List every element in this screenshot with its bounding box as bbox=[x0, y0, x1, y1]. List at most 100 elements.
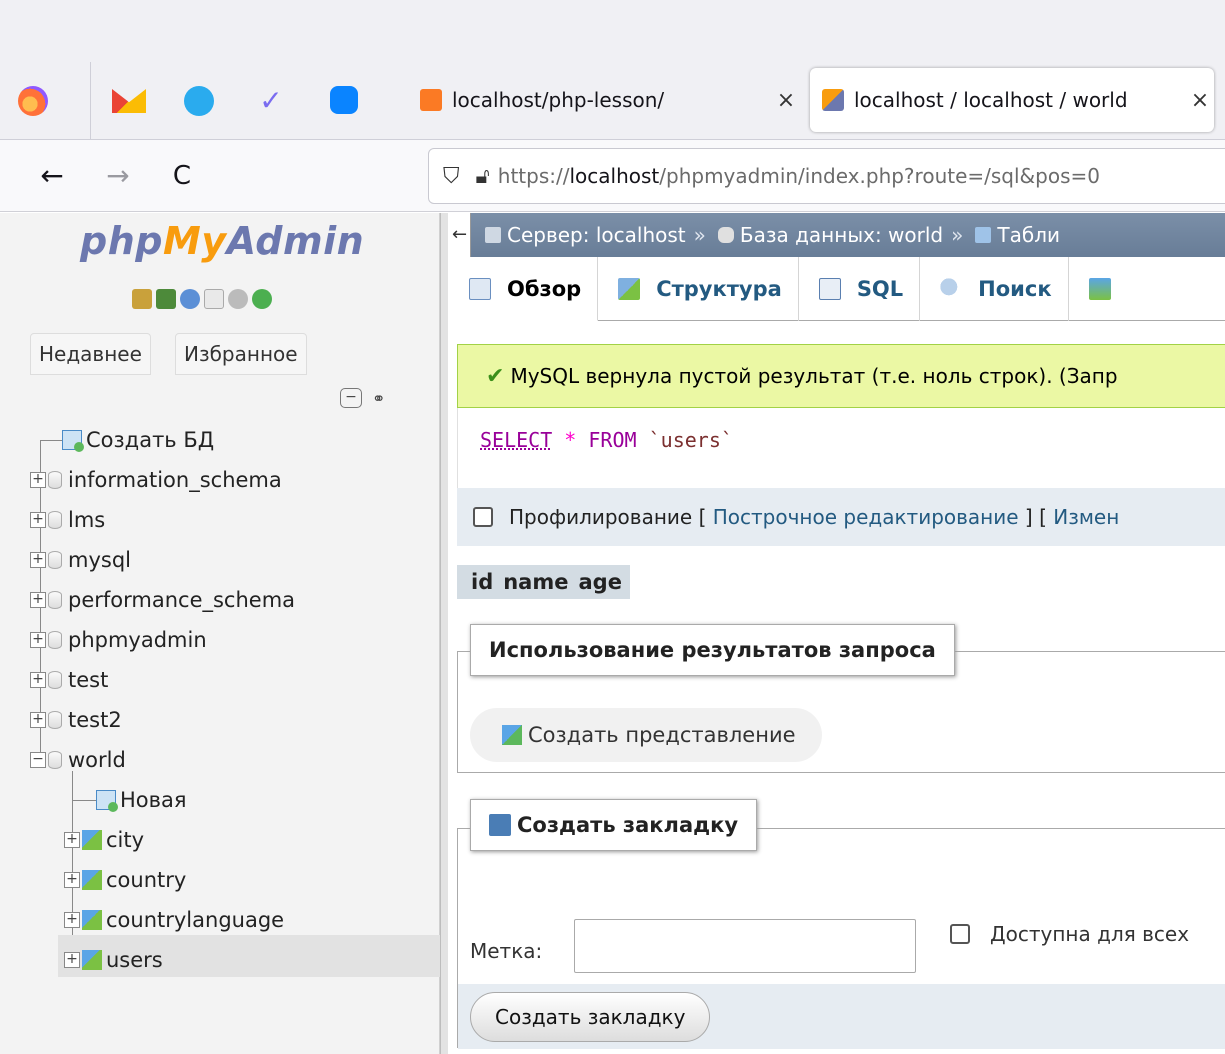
tab-sql[interactable]: SQL bbox=[799, 257, 921, 321]
expand-icon[interactable]: + bbox=[30, 592, 46, 608]
tree-db-test2[interactable]: + test2 bbox=[30, 700, 122, 740]
expand-icon[interactable]: + bbox=[30, 472, 46, 488]
tab-browse[interactable]: Обзор bbox=[449, 257, 599, 321]
close-icon[interactable]: × bbox=[772, 88, 800, 113]
profiling-label[interactable]: Профилирование bbox=[509, 505, 692, 529]
new-database-icon bbox=[62, 430, 84, 452]
tree-create-db[interactable]: Создать БД bbox=[62, 420, 214, 460]
sql-table-name: `users` bbox=[648, 428, 733, 452]
expand-icon[interactable]: + bbox=[30, 632, 46, 648]
inline-edit-link[interactable]: Построчное редактирование bbox=[713, 505, 1019, 529]
tree-line bbox=[40, 440, 62, 441]
tree-db-performance-schema[interactable]: + performance_schema bbox=[30, 580, 295, 620]
tab-insert[interactable] bbox=[1069, 257, 1143, 321]
browse-icon bbox=[469, 277, 491, 300]
shared-bookmark-option[interactable]: Доступна для всех bbox=[950, 922, 1189, 946]
expand-icon[interactable]: + bbox=[30, 712, 46, 728]
bookmark-legend-text: Создать закладку bbox=[517, 813, 739, 837]
column-header-name[interactable]: name bbox=[503, 570, 568, 594]
help-icon[interactable] bbox=[180, 289, 200, 309]
phpmyadmin-logo[interactable]: phpMyAdmin bbox=[80, 219, 364, 263]
shared-label[interactable]: Доступна для всех bbox=[990, 922, 1189, 946]
url-text: https://localhost/phpmyadmin/index.php?r… bbox=[497, 164, 1100, 188]
profiling-checkbox[interactable] bbox=[473, 507, 493, 527]
tab-phpmyadmin[interactable]: localhost / localhost / world × bbox=[810, 68, 1214, 132]
success-text: MySQL вернула пустой результат (т.е. нол… bbox=[510, 364, 1118, 388]
tree-table-country[interactable]: + country bbox=[64, 860, 186, 900]
reload-nav-icon[interactable] bbox=[252, 289, 272, 309]
sql-keyword-select[interactable]: SELECT bbox=[480, 428, 552, 452]
tab-search[interactable]: Поиск bbox=[920, 257, 1069, 321]
breadcrumb-table[interactable]: Табли bbox=[997, 223, 1060, 247]
firefox-icon[interactable] bbox=[18, 86, 48, 116]
create-bookmark-button[interactable]: Создать закладку bbox=[470, 992, 711, 1042]
telegram-icon[interactable] bbox=[184, 86, 214, 116]
tree-label: lms bbox=[68, 508, 106, 532]
expand-icon[interactable]: + bbox=[30, 672, 46, 688]
tasks-icon[interactable]: ✓ bbox=[256, 86, 286, 116]
breadcrumb-database[interactable]: База данных: world bbox=[740, 223, 943, 247]
favorites-tab[interactable]: Избранное bbox=[175, 333, 307, 375]
lock-warning-icon[interactable]: 🔓︎ bbox=[476, 164, 490, 189]
phpmyadmin-favicon bbox=[822, 89, 844, 111]
link-icon[interactable]: ⚭ bbox=[372, 389, 385, 408]
collapse-icon[interactable]: − bbox=[30, 752, 46, 768]
tree-table-city[interactable]: + city bbox=[64, 820, 144, 860]
url-bar[interactable]: ⛉ 🔓︎ https://localhost/phpmyadmin/index.… bbox=[428, 148, 1225, 204]
tree-table-users[interactable]: + users bbox=[64, 940, 163, 980]
checkmark-icon: ✔ bbox=[486, 363, 505, 389]
profiling-bar: Профилирование [ Построчное редактирован… bbox=[457, 488, 1225, 546]
table-icon bbox=[82, 830, 102, 850]
tree-db-phpmyadmin[interactable]: + phpmyadmin bbox=[30, 620, 207, 660]
tab-php-lesson[interactable]: localhost/php-lesson/ × bbox=[408, 68, 800, 132]
bookmark-label-input[interactable] bbox=[574, 919, 916, 973]
table-icon bbox=[82, 910, 102, 930]
tree-db-mysql[interactable]: + mysql bbox=[30, 540, 131, 580]
tree-db-information-schema[interactable]: + information_schema bbox=[30, 460, 282, 500]
shared-checkbox[interactable] bbox=[950, 924, 970, 944]
tab-structure[interactable]: Структура bbox=[598, 257, 799, 321]
tree-label: information_schema bbox=[68, 468, 282, 492]
create-view-link[interactable]: Создать представление bbox=[470, 708, 822, 762]
sidebar-icon-row bbox=[132, 289, 272, 309]
back-button[interactable]: ← bbox=[30, 154, 74, 198]
tree-label: phpmyadmin bbox=[68, 628, 207, 652]
tree-table-new[interactable]: Новая bbox=[96, 780, 187, 820]
shield-icon[interactable]: ⛉ bbox=[443, 164, 460, 189]
chat-icon[interactable] bbox=[330, 86, 358, 114]
column-header-age[interactable]: age bbox=[578, 570, 621, 594]
home-icon[interactable] bbox=[132, 289, 152, 309]
back-arrow-icon[interactable]: ← bbox=[449, 213, 471, 257]
tree-db-lms[interactable]: + lms bbox=[30, 500, 105, 540]
tree-db-world[interactable]: − world bbox=[30, 740, 126, 780]
expand-icon[interactable]: + bbox=[64, 832, 80, 848]
panel-resize-handle[interactable] bbox=[440, 213, 448, 1054]
close-icon[interactable]: × bbox=[1186, 88, 1214, 113]
tree-label: performance_schema bbox=[68, 588, 296, 612]
expand-icon[interactable]: + bbox=[30, 512, 46, 528]
column-header-id[interactable]: id bbox=[471, 570, 493, 594]
logout-icon[interactable] bbox=[156, 289, 176, 309]
breadcrumb-server[interactable]: Сервер: localhost bbox=[507, 223, 686, 247]
tree-db-test[interactable]: + test bbox=[30, 660, 108, 700]
reload-button[interactable]: C bbox=[160, 154, 204, 198]
edit-link[interactable]: Измен bbox=[1053, 505, 1119, 529]
docs-icon[interactable] bbox=[204, 289, 224, 309]
database-icon bbox=[48, 591, 62, 609]
expand-icon[interactable]: + bbox=[64, 872, 80, 888]
tree-label: country bbox=[106, 868, 187, 892]
settings-icon[interactable] bbox=[228, 289, 248, 309]
tree-label: countrylanguage bbox=[106, 908, 285, 932]
sql-keyword-from: FROM bbox=[588, 428, 637, 452]
expand-icon[interactable]: + bbox=[64, 912, 80, 928]
structure-icon bbox=[618, 278, 641, 300]
insert-icon bbox=[1088, 278, 1111, 300]
expand-icon[interactable]: + bbox=[64, 952, 80, 968]
tree-table-countrylanguage[interactable]: + countrylanguage bbox=[64, 900, 284, 940]
recent-tab[interactable]: Недавнее bbox=[30, 333, 151, 375]
tab-label: Поиск bbox=[978, 277, 1052, 301]
forward-button[interactable]: → bbox=[96, 154, 140, 198]
expand-icon[interactable]: + bbox=[30, 552, 46, 568]
gmail-icon[interactable] bbox=[112, 89, 146, 113]
collapse-all-button[interactable]: − bbox=[340, 388, 362, 408]
